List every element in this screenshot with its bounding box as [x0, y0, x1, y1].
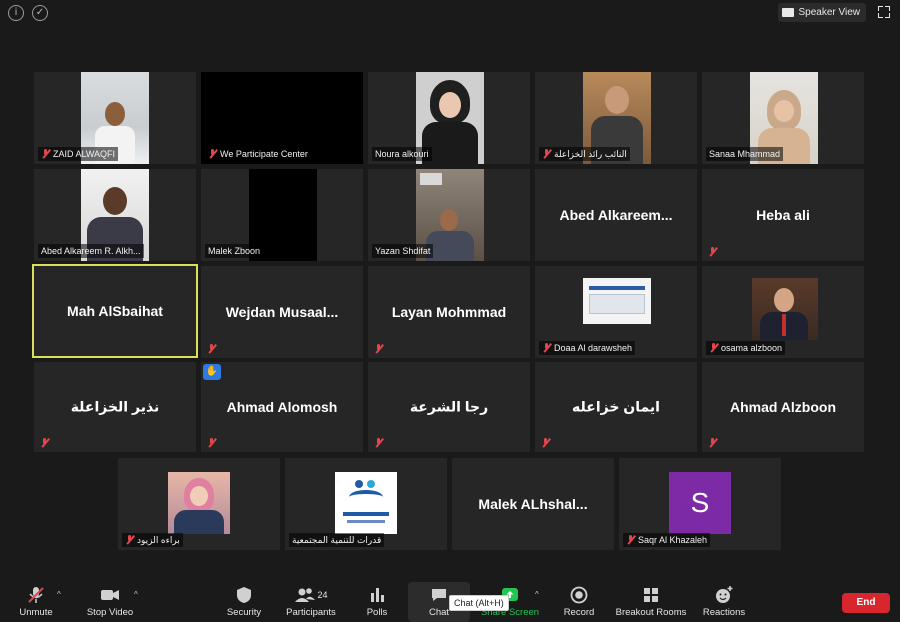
participant-tile[interactable]: براءه الزيود [118, 458, 280, 550]
raised-hand-icon: ✋ [203, 364, 221, 380]
muted-mic-icon [542, 149, 551, 159]
participant-tile[interactable]: Malek Zboon [201, 169, 363, 261]
participant-tile[interactable]: We Participate Center [201, 72, 363, 164]
participant-label: We Participate Center [205, 147, 311, 161]
participant-label: براءه الزيود [122, 533, 183, 547]
participant-name: Mah AlSbaihat [67, 303, 163, 319]
muted-mic-icon [207, 344, 216, 354]
muted-mic-icon [708, 438, 717, 448]
video-feed [752, 278, 818, 340]
participant-tile[interactable]: Yazan Shdifat [368, 169, 530, 261]
participants-count: 24 [317, 590, 328, 600]
share-options-caret[interactable]: ^ [535, 590, 539, 599]
video-feed [168, 472, 230, 534]
muted-mic-icon [708, 247, 717, 257]
polls-icon [360, 585, 394, 605]
info-icon[interactable]: i [8, 5, 24, 21]
participant-tile[interactable]: Doaa Al darawsheh [535, 266, 697, 358]
participant-name: Layan Mohmmad [391, 304, 507, 320]
video-feed [335, 472, 397, 534]
reactions-button[interactable]: Reactions [700, 585, 748, 618]
speaker-view-button[interactable]: Speaker View [778, 3, 866, 22]
top-bar: i ✓ Speaker View [0, 0, 900, 28]
participants-icon: 24 [282, 585, 340, 605]
polls-button[interactable]: Polls [360, 585, 394, 618]
speaker-view-label: Speaker View [798, 7, 860, 18]
participant-tile-active-speaker[interactable]: Mah AlSbaihat [32, 264, 198, 358]
participant-tile[interactable]: Ahmad Alzboon [702, 362, 864, 452]
record-icon [560, 585, 598, 605]
participant-label: Sanaa Mhammad [706, 147, 784, 161]
chat-tooltip: Chat (Alt+H) [449, 595, 509, 611]
participant-tile[interactable]: رجا الشرعة [368, 362, 530, 452]
record-button[interactable]: Record [560, 585, 598, 618]
participant-label: ZAID ALWAQFI [38, 147, 119, 161]
participant-label: Noura alkouri [372, 147, 432, 161]
participant-label: osama alzboon [706, 341, 786, 355]
video-options-caret[interactable]: ^ [134, 590, 138, 599]
audio-options-caret[interactable]: ^ [57, 590, 61, 599]
participant-name: ايمان خزاعله [572, 398, 660, 415]
muted-mic-icon [14, 585, 58, 605]
participant-tile[interactable]: قدرات للتنمية المجتمعية [285, 458, 447, 550]
participant-name: نذير الخزاعلة [70, 398, 160, 415]
shield-icon[interactable]: ✓ [32, 5, 48, 21]
smiley-plus-icon [700, 585, 748, 605]
fullscreen-icon[interactable] [878, 6, 890, 18]
participant-label: Abed Alkareem R. Alkh... [38, 244, 144, 258]
participant-tile[interactable]: نذير الخزاعلة [34, 362, 196, 452]
stop-video-button[interactable]: Stop Video [82, 585, 138, 618]
participant-tile[interactable]: ZAID ALWAQFI [34, 72, 196, 164]
participant-name: Ahmad Alomosh [226, 399, 338, 415]
participant-tile[interactable]: osama alzboon [702, 266, 864, 358]
participant-name: رجا الشرعة [409, 398, 489, 415]
participant-tile[interactable]: ✋ Ahmad Alomosh [201, 362, 363, 452]
participant-tile[interactable]: Wejdan Musaal... [201, 266, 363, 358]
participant-name: Malek ALhshal... [478, 496, 588, 512]
muted-mic-icon [207, 438, 216, 448]
participant-label: قدرات للتنمية المجتمعية [289, 533, 385, 547]
muted-mic-icon [541, 438, 550, 448]
participant-tile[interactable]: Noura alkouri [368, 72, 530, 164]
breakout-rooms-icon [614, 585, 688, 605]
participant-name: Wejdan Musaal... [225, 304, 339, 320]
participant-tile[interactable]: Malek ALhshal... [452, 458, 614, 550]
participant-name: Ahmad Alzboon [729, 399, 837, 415]
muted-mic-icon [542, 343, 551, 353]
participant-tile[interactable]: ايمان خزاعله [535, 362, 697, 452]
participant-name: Heba ali [756, 207, 810, 223]
participant-label: Yazan Shdifat [372, 244, 434, 258]
video-camera-icon [82, 585, 138, 605]
breakout-rooms-button[interactable]: Breakout Rooms [614, 585, 688, 618]
shield-icon [222, 585, 266, 605]
participant-tile[interactable]: Sanaa Mhammad [702, 72, 864, 164]
muted-mic-icon [374, 344, 383, 354]
security-button[interactable]: Security [222, 585, 266, 618]
participant-label: Malek Zboon [205, 244, 264, 258]
participants-button[interactable]: 24 Participants [282, 585, 340, 618]
video-feed [583, 278, 651, 324]
muted-mic-icon [208, 149, 217, 159]
participant-tile[interactable]: Layan Mohmmad [368, 266, 530, 358]
participant-label: Doaa Al darawsheh [539, 341, 636, 355]
participant-tile[interactable]: النائب رائد الخزاعلة [535, 72, 697, 164]
muted-mic-icon [709, 343, 718, 353]
muted-mic-icon [41, 149, 50, 159]
participant-tile[interactable]: Heba ali [702, 169, 864, 261]
unmute-button[interactable]: Unmute [14, 585, 58, 618]
muted-mic-icon [626, 535, 635, 545]
participant-label: Saqr Al Khazaleh [623, 533, 711, 547]
participant-name: Abed Alkareem... [559, 207, 673, 223]
avatar: S [669, 472, 731, 534]
end-meeting-button[interactable]: End [842, 593, 890, 613]
participant-tile[interactable]: Abed Alkareem... [535, 169, 697, 261]
muted-mic-icon [40, 438, 49, 448]
muted-mic-icon [374, 438, 383, 448]
speaker-view-icon [782, 8, 795, 17]
participant-tile[interactable]: S Saqr Al Khazaleh [619, 458, 781, 550]
participant-tile[interactable]: Abed Alkareem R. Alkh... [34, 169, 196, 261]
muted-mic-icon [125, 535, 134, 545]
participant-label: النائب رائد الخزاعلة [539, 147, 630, 161]
